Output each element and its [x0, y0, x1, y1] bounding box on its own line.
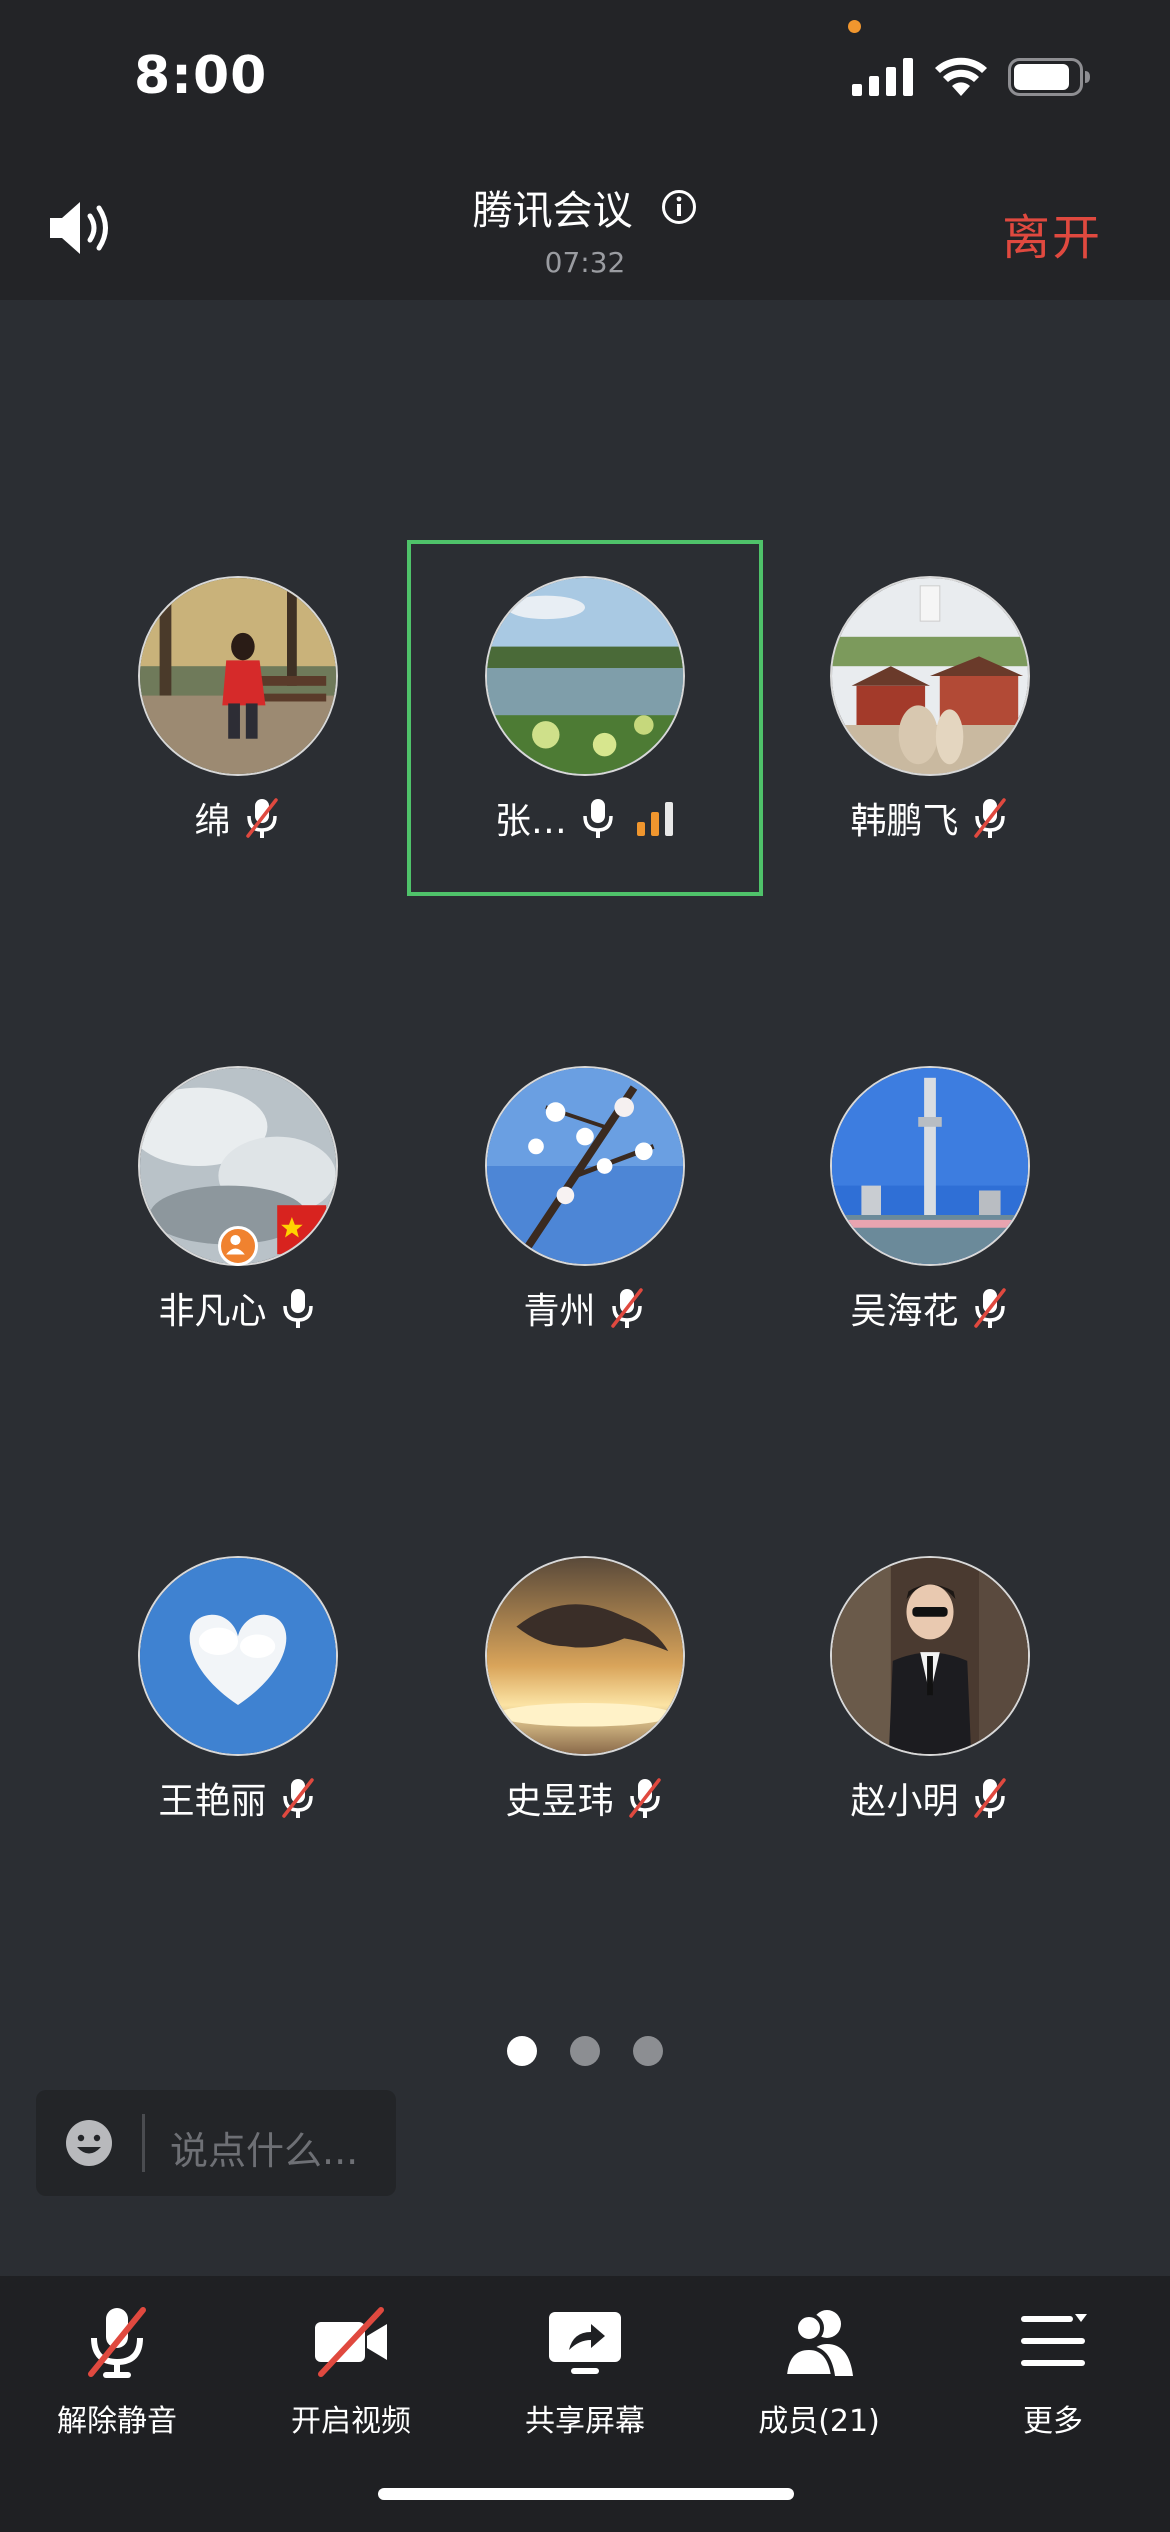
mic-muted-icon [628, 1778, 661, 1818]
participant-name-row: 赵小明 [752, 1772, 1108, 1824]
share-screen-label: 共享屏幕 [525, 2404, 645, 2439]
participant-avatar [138, 1556, 338, 1756]
status-bar: 8:00 [0, 0, 1170, 150]
participant-name-row: 张… [411, 792, 759, 844]
page-dot[interactable] [633, 2036, 664, 2066]
meeting-title-text: 腾讯会议 [472, 188, 633, 234]
signal-icon [852, 58, 913, 96]
chat-divider [142, 2114, 145, 2172]
share-screen-button[interactable]: 共享屏幕 [468, 2302, 702, 2440]
chat-input[interactable]: 说点什么... [36, 2090, 396, 2196]
participant-name-row: 史昱玮 [407, 1772, 763, 1824]
participant-avatar [485, 576, 685, 776]
page-indicator [0, 2036, 1170, 2070]
participant-name-row: 韩鹏飞 [752, 792, 1108, 844]
mic-icon [583, 799, 613, 838]
participant-name: 史昱玮 [505, 1781, 614, 1822]
participant-name: 吴海花 [850, 1291, 959, 1332]
participant-avatar [830, 576, 1030, 776]
more-menu-icon [1021, 2314, 1087, 2366]
mic-icon [282, 1289, 313, 1328]
participant-avatar [830, 1066, 1030, 1266]
participant-tile[interactable]: 吴海花 [752, 1030, 1108, 1386]
participant-tile[interactable]: 青州 [407, 1030, 763, 1386]
page-dot-active[interactable] [506, 2036, 537, 2066]
mic-muted-icon [245, 798, 278, 838]
video-off-icon [315, 2307, 387, 2377]
members-label: 成员(21) [758, 2404, 880, 2439]
unmute-button[interactable]: 解除静音 [0, 2302, 234, 2440]
start-video-button[interactable]: 开启视频 [234, 2302, 468, 2440]
audio-level-icon [637, 802, 674, 836]
mic-muted-icon [973, 798, 1006, 838]
participant-avatar [485, 1066, 685, 1266]
participant-name-row: 青州 [407, 1282, 763, 1334]
info-icon[interactable] [661, 189, 697, 225]
members-icon [782, 2310, 853, 2378]
host-badge-icon [218, 1226, 258, 1266]
privacy-indicator [848, 20, 861, 33]
participant-name: 绵 [194, 801, 231, 842]
participant-name: 王艳丽 [158, 1781, 267, 1822]
participant-name-row: 非凡心 [60, 1282, 416, 1334]
meeting-timer: 07:32 [544, 246, 626, 279]
participant-tile[interactable]: 王艳丽 [60, 1520, 416, 1876]
share-screen-icon [549, 2312, 621, 2374]
participant-name-row: 绵 [60, 792, 416, 844]
meeting-title[interactable]: 腾讯会议 [0, 178, 1170, 236]
participant-name: 赵小明 [850, 1781, 959, 1822]
wifi-icon [935, 57, 987, 96]
participant-grid: 绵 张… 韩鹏飞 非凡心 青州 吴海花 王艳丽 史昱玮 赵小明 [0, 300, 1170, 2000]
status-time: 8:00 [134, 46, 268, 106]
page-dot[interactable] [570, 2036, 600, 2066]
chat-placeholder: 说点什么... [170, 2129, 359, 2173]
participant-name: 非凡心 [158, 1291, 267, 1332]
meeting-header: 腾讯会议 07:32 离开 [0, 150, 1170, 300]
mic-muted-icon [88, 2307, 146, 2378]
mic-muted-icon [973, 1288, 1006, 1328]
participant-name-row: 吴海花 [752, 1282, 1108, 1334]
participant-name: 青州 [523, 1291, 596, 1332]
participant-tile[interactable]: 赵小明 [752, 1520, 1108, 1876]
members-button[interactable]: 成员(21) [702, 2302, 936, 2440]
more-label: 更多 [1023, 2404, 1083, 2439]
unmute-label: 解除静音 [57, 2404, 177, 2439]
participant-name-row: 王艳丽 [60, 1772, 416, 1824]
emoji-icon[interactable] [64, 2118, 114, 2168]
participant-avatar [485, 1556, 685, 1756]
more-button[interactable]: 更多 [936, 2302, 1170, 2440]
start-video-label: 开启视频 [291, 2404, 411, 2439]
mic-muted-icon [610, 1288, 643, 1328]
participant-tile-active[interactable]: 张… [407, 540, 763, 896]
leave-button[interactable]: 离开 [1002, 198, 1102, 268]
participant-avatar [138, 576, 338, 776]
participant-avatar [830, 1556, 1030, 1756]
participant-tile[interactable]: 史昱玮 [407, 1520, 763, 1876]
participant-name: 韩鹏飞 [850, 801, 959, 842]
mic-muted-icon [281, 1778, 314, 1818]
participant-name: 张… [494, 801, 567, 842]
home-indicator[interactable] [378, 2488, 794, 2500]
participant-tile[interactable]: 韩鹏飞 [752, 540, 1108, 896]
mic-muted-icon [973, 1778, 1006, 1818]
participant-tile[interactable]: 非凡心 [60, 1030, 416, 1386]
battery-icon [1008, 58, 1090, 96]
participant-tile[interactable]: 绵 [60, 540, 416, 896]
